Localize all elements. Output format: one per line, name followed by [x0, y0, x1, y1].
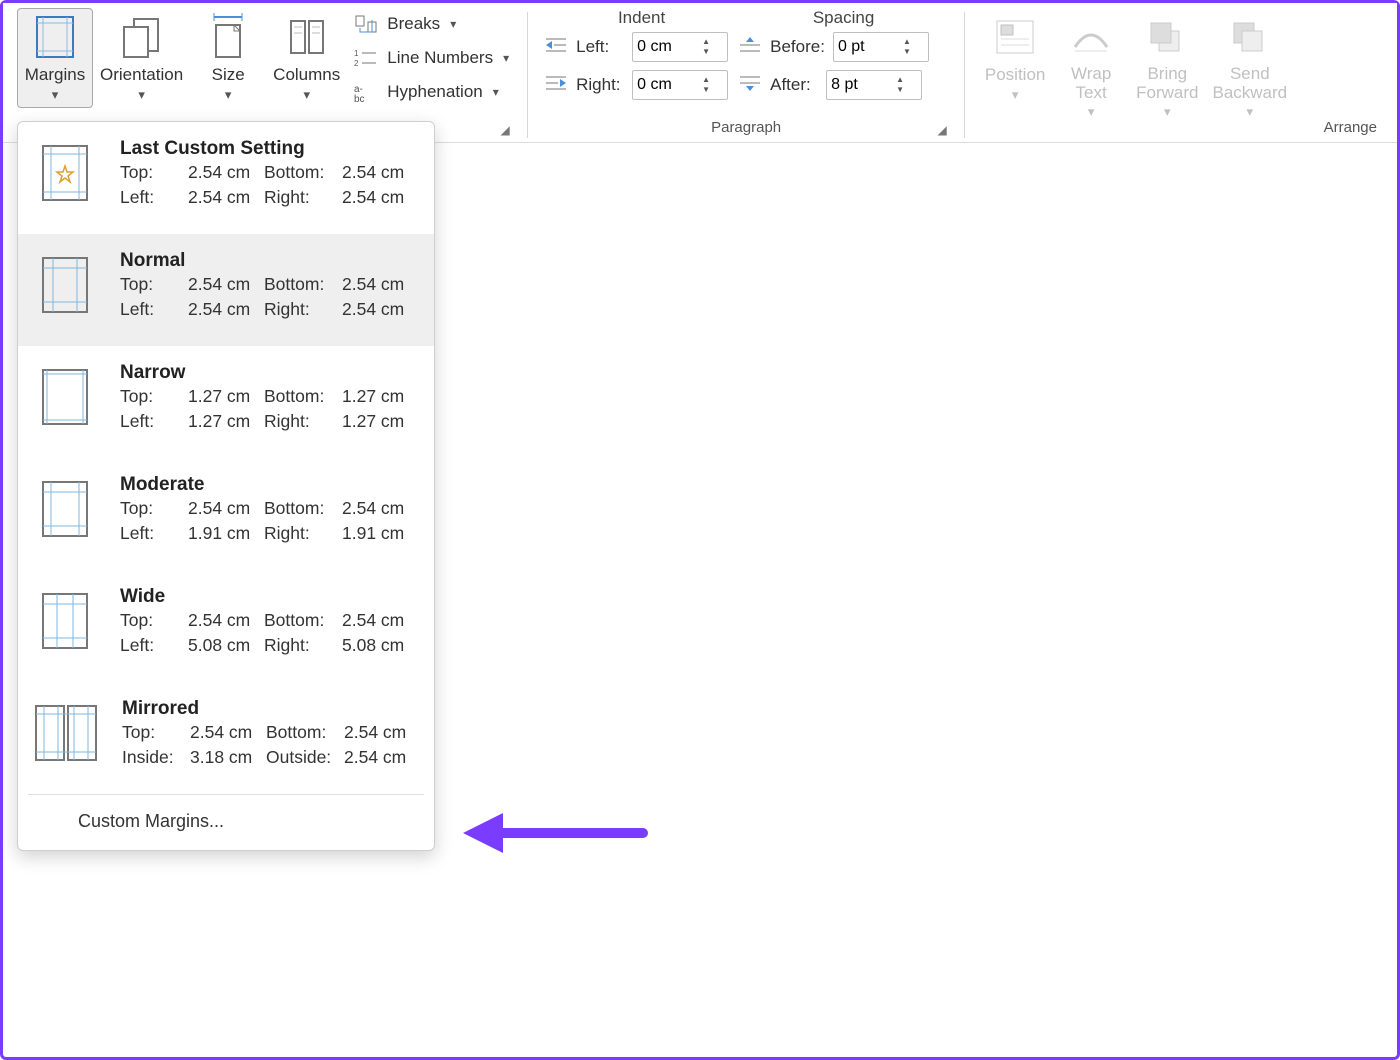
- svg-text:bc: bc: [354, 94, 365, 102]
- indent-right-input[interactable]: ▲▼: [632, 70, 728, 100]
- margin-option-title: Mirrored: [122, 698, 420, 720]
- spacing-before-icon: [738, 36, 762, 59]
- svg-text:1: 1: [354, 49, 359, 58]
- spacing-before-input[interactable]: ▲▼: [833, 32, 929, 62]
- chevron-down-icon: ▾: [450, 17, 456, 31]
- spacing-after-icon: [738, 74, 762, 97]
- margins-icon: [33, 13, 77, 61]
- breaks-button[interactable]: Breaks▾: [347, 10, 515, 38]
- margin-option-title: Last Custom Setting: [120, 138, 418, 160]
- spinner-up-icon[interactable]: ▲: [695, 37, 717, 47]
- indent-left-input[interactable]: ▲▼: [632, 32, 728, 62]
- chevron-down-icon: ▾: [493, 85, 499, 99]
- margin-normal-icon: [34, 250, 96, 320]
- margins-label: Margins: [25, 65, 85, 85]
- margin-option-last-custom[interactable]: Last Custom SettingTop:2.54 cmBottom:2.5…: [18, 122, 434, 234]
- send-backward-icon: [1228, 13, 1272, 61]
- send-backward-button: SendBackward ▾: [1205, 8, 1294, 125]
- chevron-down-icon: ▾: [503, 51, 509, 65]
- margin-narrow-icon: [34, 362, 96, 432]
- spinner-down-icon[interactable]: ▼: [695, 47, 717, 57]
- margin-option-wide[interactable]: WideTop:2.54 cmBottom:2.54 cmLeft:5.08 c…: [18, 570, 434, 682]
- page-setup-launcher[interactable]: ◢: [497, 122, 513, 138]
- paragraph-group-label: Paragraph: [536, 119, 956, 140]
- chevron-down-icon: ▾: [225, 87, 232, 103]
- margin-option-normal[interactable]: NormalTop:2.54 cmBottom:2.54 cmLeft:2.54…: [18, 234, 434, 346]
- chevron-down-icon: ▾: [52, 87, 59, 103]
- group-paragraph: Indent Spacing Left: ▲▼ Before: ▲▼: [536, 8, 956, 142]
- position-button: Position ▾: [977, 8, 1053, 108]
- hyphenation-icon: a-bc: [353, 81, 379, 103]
- group-arrange: Position ▾ WrapText ▾ BringForward ▾ Sen…: [973, 8, 1397, 142]
- indent-header: Indent: [618, 8, 665, 28]
- indent-left-icon: [544, 36, 568, 59]
- size-icon: [206, 13, 250, 61]
- bring-forward-button: BringForward ▾: [1129, 8, 1205, 125]
- svg-text:2: 2: [354, 59, 359, 68]
- wrap-text-icon: [1069, 13, 1113, 61]
- orientation-icon: [120, 13, 164, 61]
- columns-icon: [285, 13, 329, 61]
- margin-option-title: Wide: [120, 586, 418, 608]
- orientation-button[interactable]: Orientation ▾: [93, 8, 190, 108]
- indent-right-icon: [544, 74, 568, 97]
- hyphenation-button[interactable]: a-bc Hyphenation▾: [347, 78, 515, 106]
- line-numbers-icon: 12: [353, 47, 379, 69]
- margin-moderate-icon: [34, 474, 96, 544]
- pointer-arrow-annotation: [453, 803, 653, 868]
- size-button[interactable]: Size ▾: [190, 8, 266, 108]
- margin-wide-icon: [34, 586, 96, 656]
- arrange-group-label: Arrange: [973, 119, 1397, 140]
- spacing-header: Spacing: [813, 8, 874, 28]
- line-numbers-button[interactable]: 12 Line Numbers▾: [347, 44, 515, 72]
- chevron-down-icon: ▾: [138, 87, 145, 103]
- margin-option-narrow[interactable]: NarrowTop:1.27 cmBottom:1.27 cmLeft:1.27…: [18, 346, 434, 458]
- position-icon: [993, 13, 1037, 61]
- margins-button[interactable]: Margins ▾: [17, 8, 93, 108]
- bring-forward-icon: [1145, 13, 1189, 61]
- custom-margins-button[interactable]: Custom Margins...: [18, 795, 434, 850]
- paragraph-launcher[interactable]: ◢: [934, 122, 950, 138]
- chevron-down-icon: ▾: [303, 87, 310, 103]
- margin-option-title: Narrow: [120, 362, 418, 384]
- wrap-text-button: WrapText ▾: [1053, 8, 1129, 125]
- columns-button[interactable]: Columns ▾: [266, 8, 347, 108]
- margins-dropdown: Last Custom SettingTop:2.54 cmBottom:2.5…: [17, 121, 435, 851]
- margin-option-moderate[interactable]: ModerateTop:2.54 cmBottom:2.54 cmLeft:1.…: [18, 458, 434, 570]
- margin-option-title: Normal: [120, 250, 418, 272]
- margin-mirrored-icon: [34, 698, 98, 768]
- margin-last-custom-icon: [34, 138, 96, 208]
- margin-option-title: Moderate: [120, 474, 418, 496]
- spacing-after-input[interactable]: ▲▼: [826, 70, 922, 100]
- margin-option-mirrored[interactable]: MirroredTop:2.54 cmBottom:2.54 cmInside:…: [18, 682, 434, 794]
- breaks-icon: [353, 13, 379, 35]
